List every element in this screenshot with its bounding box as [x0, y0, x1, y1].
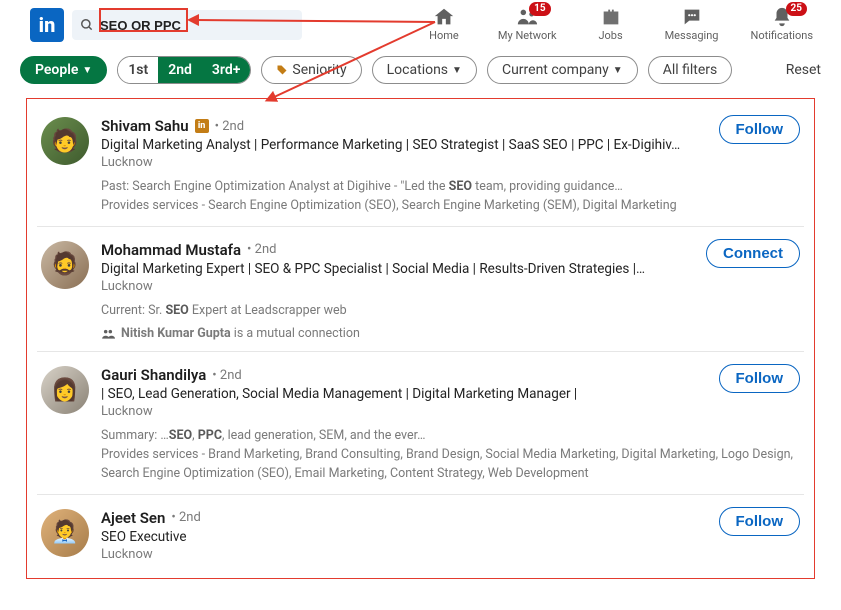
- results-region: 🧑 Shivam Sahu in • 2nd Digital Marketing…: [0, 98, 841, 579]
- connect-button[interactable]: Connect: [706, 239, 800, 268]
- nav-notifications[interactable]: 25 Notifications: [750, 6, 813, 42]
- result-info: Mohammad Mustafa • 2nd Digital Marketing…: [101, 241, 800, 342]
- result-row[interactable]: 🧑 Shivam Sahu in • 2nd Digital Marketing…: [37, 103, 804, 227]
- chevron-down-icon: ▼: [82, 65, 92, 76]
- result-info: Gauri Shandilya • 2nd | SEO, Lead Genera…: [101, 366, 800, 483]
- avatar[interactable]: 🧔: [41, 241, 89, 289]
- filter-seniority[interactable]: Seniority: [261, 56, 361, 84]
- nav-jobs[interactable]: Jobs: [589, 6, 633, 42]
- seg-2nd[interactable]: 2nd: [158, 57, 202, 83]
- filter-company[interactable]: Current company▼: [487, 56, 638, 84]
- premium-badge-icon: in: [195, 119, 209, 133]
- avatar[interactable]: 🧑‍💼: [41, 509, 89, 557]
- reset-filters[interactable]: Reset: [786, 62, 821, 78]
- search-box[interactable]: [72, 10, 302, 40]
- result-info: Shivam Sahu in • 2nd Digital Marketing A…: [101, 117, 800, 216]
- result-info: Ajeet Sen • 2nd SEO Executive Lucknow: [101, 509, 800, 562]
- avatar[interactable]: 👩: [41, 366, 89, 414]
- home-icon: [433, 6, 455, 28]
- message-icon: [681, 6, 703, 28]
- topbar: in Home 15 My Network Jobs Messaging 25 …: [0, 0, 841, 48]
- nav-label: My Network: [498, 29, 557, 42]
- current-line: Current: Sr. SEO Expert at Leadscrapper …: [101, 303, 347, 318]
- result-headline: Digital Marketing Analyst | Performance …: [101, 137, 800, 153]
- chevron-down-icon: ▼: [452, 65, 462, 76]
- badge-network: 15: [529, 2, 550, 16]
- filter-locations[interactable]: Locations▼: [372, 56, 477, 84]
- nav-label: Notifications: [750, 29, 813, 42]
- filter-people[interactable]: People▼: [20, 56, 107, 84]
- result-degree: • 2nd: [171, 510, 200, 525]
- badge-notifications: 25: [786, 2, 807, 16]
- summary-line: Summary: …SEO, PPC, lead generation, SEM…: [101, 428, 425, 443]
- people-icon: [101, 327, 115, 341]
- chevron-down-icon: ▼: [613, 65, 623, 76]
- result-row[interactable]: 🧔 Mohammad Mustafa • 2nd Digital Marketi…: [37, 227, 804, 353]
- connection-segments[interactable]: 1st 2nd 3rd+: [117, 56, 251, 84]
- avatar[interactable]: 🧑: [41, 117, 89, 165]
- result-name[interactable]: Ajeet Sen: [101, 509, 165, 527]
- nav-network[interactable]: 15 My Network: [498, 6, 557, 42]
- past-line: Past: Search Engine Optimization Analyst…: [101, 179, 623, 194]
- mutual-line: Nitish Kumar Gupta is a mutual connectio…: [101, 326, 800, 341]
- services-line: Provides services - Brand Marketing, Bra…: [101, 447, 793, 481]
- result-location: Lucknow: [101, 155, 800, 170]
- result-name[interactable]: Gauri Shandilya: [101, 366, 206, 384]
- services-line: Provides services - Search Engine Optimi…: [101, 198, 677, 213]
- result-degree: • 2nd: [212, 368, 241, 383]
- nav-label: Home: [429, 29, 459, 42]
- result-row[interactable]: 👩 Gauri Shandilya • 2nd | SEO, Lead Gene…: [37, 352, 804, 494]
- filter-bar: People▼ 1st 2nd 3rd+ Seniority Locations…: [0, 48, 841, 92]
- follow-button[interactable]: Follow: [719, 507, 801, 536]
- result-name[interactable]: Mohammad Mustafa: [101, 241, 241, 259]
- search-input[interactable]: [94, 18, 294, 33]
- search-icon: [80, 18, 94, 32]
- filter-all[interactable]: All filters: [648, 56, 733, 84]
- result-degree: • 2nd: [247, 242, 276, 257]
- result-headline: SEO Executive: [101, 529, 800, 545]
- result-location: Lucknow: [101, 547, 800, 562]
- seg-3rd[interactable]: 3rd+: [202, 57, 251, 83]
- nav-messaging[interactable]: Messaging: [665, 6, 719, 42]
- seg-1st[interactable]: 1st: [118, 57, 158, 83]
- result-location: Lucknow: [101, 279, 800, 294]
- nav-home[interactable]: Home: [422, 6, 466, 42]
- annotation-results-box: 🧑 Shivam Sahu in • 2nd Digital Marketing…: [26, 98, 815, 579]
- follow-button[interactable]: Follow: [719, 115, 801, 144]
- nav-icons: Home 15 My Network Jobs Messaging 25 Not…: [422, 6, 813, 42]
- result-location: Lucknow: [101, 404, 800, 419]
- result-name[interactable]: Shivam Sahu: [101, 117, 189, 135]
- result-headline: Digital Marketing Expert | SEO & PPC Spe…: [101, 261, 800, 277]
- briefcase-icon: [600, 6, 622, 28]
- result-headline: | SEO, Lead Generation, Social Media Man…: [101, 386, 800, 402]
- tag-icon: [276, 64, 288, 76]
- follow-button[interactable]: Follow: [719, 364, 801, 393]
- nav-label: Messaging: [665, 29, 719, 42]
- linkedin-logo[interactable]: in: [30, 8, 64, 42]
- nav-label: Jobs: [598, 29, 622, 42]
- result-degree: • 2nd: [215, 119, 244, 134]
- result-row[interactable]: 🧑‍💼 Ajeet Sen • 2nd SEO Executive Luckno…: [37, 495, 804, 572]
